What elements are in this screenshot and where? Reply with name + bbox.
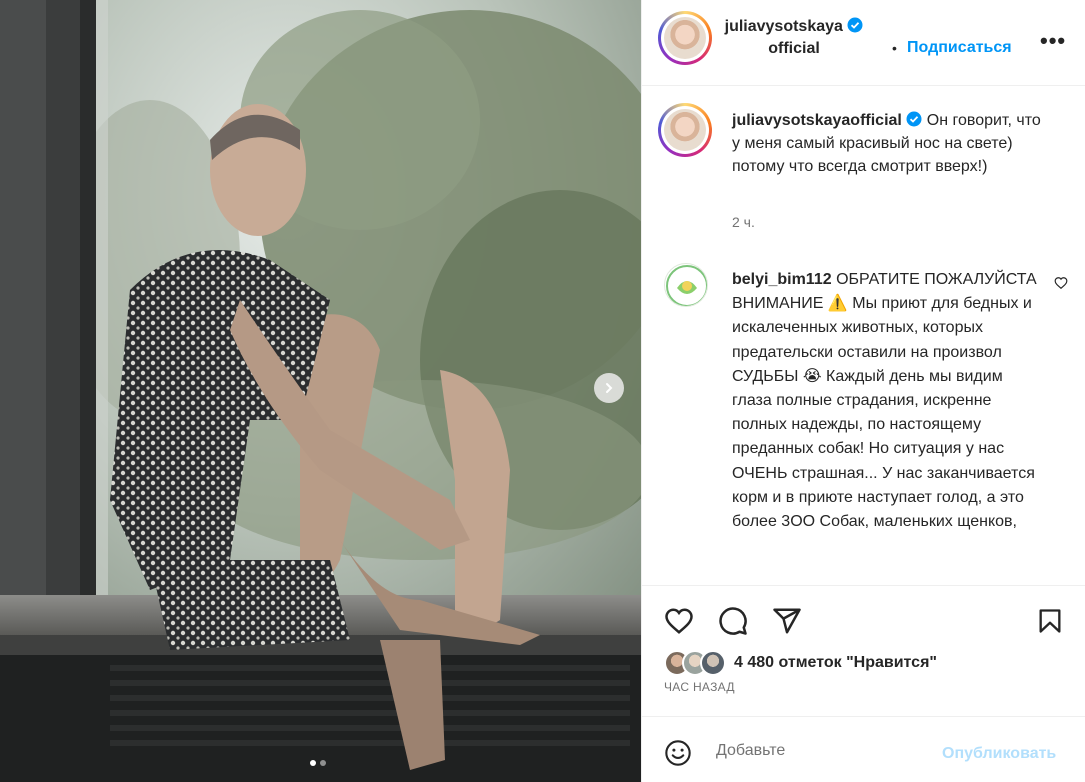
post-actions: 4 480 отметок "Нравится" ЧАС НАЗАД	[642, 585, 1085, 715]
slide-indicator	[310, 760, 326, 766]
share-icon[interactable]	[772, 606, 802, 636]
likes-summary[interactable]: 4 480 отметок "Нравится"	[664, 648, 937, 678]
slide-dot	[320, 760, 326, 766]
comment: belyi_bim112 ОБРАТИТЕ ПОЖАЛУЙСТА ВНИМАНИ…	[732, 268, 1042, 534]
commenter-avatar[interactable]	[664, 263, 708, 307]
post-panel: juliavysotskaya official • Подписаться •…	[641, 0, 1085, 782]
verified-badge-icon	[847, 17, 863, 33]
more-options-icon[interactable]: •••	[1040, 28, 1066, 54]
author-avatar[interactable]	[658, 11, 712, 65]
caption-username[interactable]: juliavysotskayaofficial	[732, 112, 902, 129]
caption: juliavysotskayaofficial Он говорит, что …	[732, 109, 1052, 178]
slide-dot-active	[310, 760, 316, 766]
caption-avatar[interactable]	[658, 103, 712, 157]
likes-count[interactable]: 4 480 отметок "Нравится"	[734, 654, 937, 672]
comments-list[interactable]: juliavysotskayaofficial Он говорит, что …	[642, 87, 1085, 585]
follow-button[interactable]: Подписаться	[907, 39, 1012, 57]
separator-dot: •	[892, 40, 897, 56]
chevron-right-icon	[606, 383, 613, 393]
heart-icon[interactable]	[664, 606, 694, 636]
post-photo	[0, 0, 641, 782]
comment-input[interactable]	[716, 739, 926, 763]
emoji-icon[interactable]	[664, 739, 692, 767]
comment-like-heart-icon[interactable]	[1054, 276, 1068, 290]
next-slide-button[interactable]	[594, 373, 624, 403]
author-username[interactable]: juliavysotskaya official	[724, 16, 864, 60]
comment-username[interactable]: belyi_bim112	[732, 271, 832, 288]
post-header: juliavysotskaya official • Подписаться •…	[642, 0, 1085, 86]
bookmark-icon[interactable]	[1036, 606, 1064, 636]
post-timestamp[interactable]: ЧАС НАЗАД	[664, 680, 735, 694]
shelter-logo-icon	[666, 265, 707, 306]
liker-avatar	[700, 650, 726, 676]
publish-button[interactable]: Опубликовать	[942, 745, 1056, 763]
verified-badge-icon	[906, 111, 922, 127]
caption-timestamp[interactable]: 2 ч.	[732, 214, 755, 230]
add-comment-bar: Опубликовать	[642, 716, 1085, 782]
post-media[interactable]	[0, 0, 641, 782]
comment-body: ОБРАТИТЕ ПОЖАЛУЙСТА ВНИМАНИЕ ⚠️ Мы приют…	[732, 271, 1037, 531]
comment-icon[interactable]	[718, 606, 748, 636]
